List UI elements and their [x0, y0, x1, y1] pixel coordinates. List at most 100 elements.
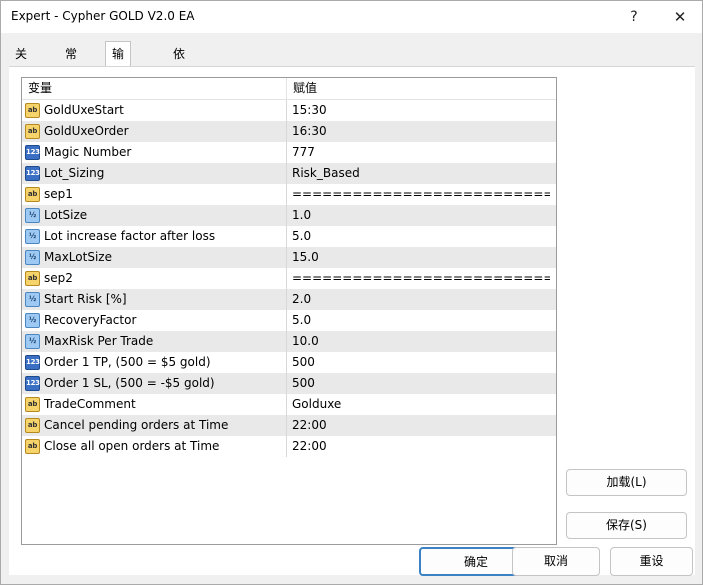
table-row[interactable]: ½ RecoveryFactor 5.0 [22, 310, 556, 331]
value-cell[interactable]: 777 [292, 142, 550, 163]
variable-cell: ½ Start Risk [%] [22, 289, 287, 310]
variable-name: Order 1 TP, (500 = $5 gold) [44, 355, 211, 369]
table-row[interactable]: 123 Order 1 SL, (500 = -$5 gold) 500 [22, 373, 556, 394]
variable-cell: 123 Lot_Sizing [22, 163, 287, 184]
table-row[interactable]: ½ MaxLotSize 15.0 [22, 247, 556, 268]
table-row[interactable]: ½ Lot increase factor after loss 5.0 [22, 226, 556, 247]
value-cell[interactable]: 2.0 [292, 289, 550, 310]
table-row[interactable]: ab sep2 ==============================... [22, 268, 556, 289]
variable-name: Magic Number [44, 145, 132, 159]
value-cell[interactable]: ==============================... [292, 184, 550, 205]
table-row[interactable]: ab GoldUxeOrder 16:30 [22, 121, 556, 142]
variable-name: MaxLotSize [44, 250, 112, 264]
table-row[interactable]: 123 Order 1 TP, (500 = $5 gold) 500 [22, 352, 556, 373]
variable-name: Close all open orders at Time [44, 439, 220, 453]
table-row[interactable]: ab Close all open orders at Time 22:00 [22, 436, 556, 457]
variable-cell: ab sep2 [22, 268, 287, 289]
variable-name: MaxRisk Per Trade [44, 334, 154, 348]
variable-cell: 123 Order 1 SL, (500 = -$5 gold) [22, 373, 287, 394]
value-cell[interactable]: 16:30 [292, 121, 550, 142]
variable-cell: 123 Order 1 TP, (500 = $5 gold) [22, 352, 287, 373]
type-double-icon: ½ [25, 208, 40, 223]
tab-inputs[interactable]: 输入参数 [105, 41, 132, 133]
value-cell[interactable]: 15:30 [292, 100, 550, 121]
value-cell[interactable]: 500 [292, 352, 550, 373]
variable-cell: ab GoldUxeStart [22, 100, 287, 121]
value-cell[interactable]: 5.0 [292, 226, 550, 247]
value-cell[interactable]: 22:00 [292, 415, 550, 436]
type-string-icon: ab [25, 418, 40, 433]
tab-dependencies[interactable]: 依存关系 [169, 43, 189, 127]
value-cell[interactable]: 5.0 [292, 310, 550, 331]
value-cell[interactable]: ==============================... [292, 268, 550, 289]
type-double-icon: ½ [25, 313, 40, 328]
value-cell[interactable]: Risk_Based [292, 163, 550, 184]
table-row[interactable]: ½ LotSize 1.0 [22, 205, 556, 226]
type-string-icon: ab [25, 103, 40, 118]
variable-cell: ½ LotSize [22, 205, 287, 226]
load-button[interactable]: 加载(L) [566, 469, 687, 496]
variable-name: TradeComment [44, 397, 136, 411]
value-cell[interactable]: 10.0 [292, 331, 550, 352]
variable-name: Lot_Sizing [44, 166, 105, 180]
tab-about[interactable]: 关于 [11, 43, 31, 83]
variable-name: Order 1 SL, (500 = -$5 gold) [44, 376, 215, 390]
grid-rows: ab GoldUxeStart 15:30 ab GoldUxeOrder 16:30 12… [22, 100, 556, 457]
column-header-variable[interactable]: 变量 [22, 78, 287, 99]
variable-cell: ab TradeComment [22, 394, 287, 415]
inputs-panel: 变量 赋值 ab GoldUxeStart 15:30 ab GoldUxeOrder 1… [9, 66, 695, 575]
type-double-icon: ½ [25, 229, 40, 244]
type-string-icon: ab [25, 187, 40, 202]
expert-properties-dialog: Expert - Cypher GOLD V2.0 EA ? ✕ 关于 常用 输… [0, 0, 703, 585]
tab-common[interactable]: 常用 [61, 43, 81, 83]
variable-cell: ab Close all open orders at Time [22, 436, 287, 457]
variable-cell: ½ RecoveryFactor [22, 310, 287, 331]
variable-cell: ½ MaxRisk Per Trade [22, 331, 287, 352]
type-string-icon: ab [25, 271, 40, 286]
value-cell[interactable]: 1.0 [292, 205, 550, 226]
table-row[interactable]: ab sep1 ==============================... [22, 184, 556, 205]
variable-name: RecoveryFactor [44, 313, 137, 327]
type-string-icon: ab [25, 439, 40, 454]
value-cell[interactable]: 22:00 [292, 436, 550, 457]
table-row[interactable]: ½ Start Risk [%] 2.0 [22, 289, 556, 310]
inputs-grid: 变量 赋值 ab GoldUxeStart 15:30 ab GoldUxeOrder 1… [21, 77, 557, 545]
table-row[interactable]: ab TradeComment Golduxe [22, 394, 556, 415]
type-double-icon: ½ [25, 250, 40, 265]
reset-button[interactable]: 重设 [610, 547, 693, 576]
variable-name: GoldUxeOrder [44, 124, 129, 138]
table-row[interactable]: 123 Magic Number 777 [22, 142, 556, 163]
variable-name: GoldUxeStart [44, 103, 124, 117]
variable-cell: ½ MaxLotSize [22, 247, 287, 268]
type-string-icon: ab [25, 124, 40, 139]
save-button[interactable]: 保存(S) [566, 512, 687, 539]
type-string-icon: ab [25, 397, 40, 412]
grid-header: 变量 赋值 [22, 78, 556, 100]
close-icon[interactable]: ✕ [657, 1, 702, 33]
variable-name: sep2 [44, 271, 73, 285]
variable-cell: ½ Lot increase factor after loss [22, 226, 287, 247]
variable-cell: ab sep1 [22, 184, 287, 205]
title-bar: Expert - Cypher GOLD V2.0 EA ? ✕ [1, 1, 702, 33]
table-row[interactable]: ab Cancel pending orders at Time 22:00 [22, 415, 556, 436]
column-header-value[interactable]: 赋值 [287, 78, 556, 99]
table-row[interactable]: ½ MaxRisk Per Trade 10.0 [22, 331, 556, 352]
value-cell[interactable]: 500 [292, 373, 550, 394]
type-integer-icon: 123 [25, 355, 40, 370]
variable-name: Cancel pending orders at Time [44, 418, 229, 432]
variable-cell: ab GoldUxeOrder [22, 121, 287, 142]
type-integer-icon: 123 [25, 376, 40, 391]
value-cell[interactable]: 15.0 [292, 247, 550, 268]
type-integer-icon: 123 [25, 145, 40, 160]
type-double-icon: ½ [25, 292, 40, 307]
type-integer-icon: 123 [25, 166, 40, 181]
variable-name: sep1 [44, 187, 73, 201]
value-cell[interactable]: Golduxe [292, 394, 550, 415]
table-row[interactable]: ab GoldUxeStart 15:30 [22, 100, 556, 121]
cancel-button[interactable]: 取消 [512, 547, 600, 576]
window-title: Expert - Cypher GOLD V2.0 EA [11, 9, 195, 23]
help-icon[interactable]: ? [611, 1, 657, 33]
variable-cell: ab Cancel pending orders at Time [22, 415, 287, 436]
variable-cell: 123 Magic Number [22, 142, 287, 163]
table-row[interactable]: 123 Lot_Sizing Risk_Based [22, 163, 556, 184]
